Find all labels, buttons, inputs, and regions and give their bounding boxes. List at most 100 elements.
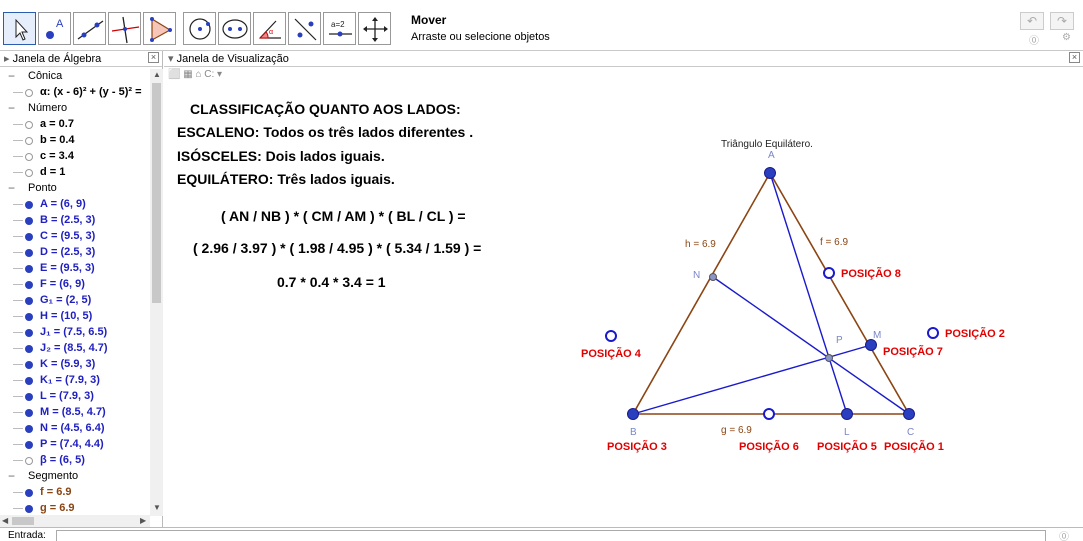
horizontal-scrollbar[interactable]: ◀ ▶ <box>0 515 150 527</box>
algebra-item[interactable]: J₁ = (7.5, 6.5) <box>0 325 107 340</box>
visibility-toggle-icon[interactable] <box>25 89 33 97</box>
visibility-toggle-icon[interactable] <box>25 489 33 497</box>
point-P[interactable] <box>825 354 833 362</box>
point-N[interactable] <box>709 273 717 281</box>
point-B[interactable] <box>627 408 639 420</box>
algebra-item[interactable]: H = (10, 5) <box>0 309 92 324</box>
h-scroll-thumb[interactable] <box>12 517 34 525</box>
segment-f[interactable] <box>769 172 910 415</box>
algebra-item[interactable]: N = (4.5, 6.4) <box>0 421 105 436</box>
point-M[interactable] <box>865 339 877 351</box>
move-tool-button[interactable] <box>3 12 36 45</box>
collapse-icon[interactable]: − <box>8 181 15 196</box>
algebra-category[interactable]: − Cônica <box>0 69 62 84</box>
visibility-toggle-icon[interactable] <box>25 313 33 321</box>
algebra-item[interactable]: d = 1 <box>0 165 65 180</box>
graphics-view[interactable]: ▾ Janela de Visualização × ⬜ ▦ ⌂ C: ▾ CL… <box>164 51 1083 527</box>
perpendicular-tool-button[interactable] <box>108 12 141 45</box>
angle-tool-button[interactable]: α <box>253 12 286 45</box>
algebra-item[interactable]: c = 3.4 <box>0 149 74 164</box>
position-8-marker[interactable] <box>823 267 835 279</box>
input-field[interactable] <box>56 530 1046 541</box>
visibility-toggle-icon[interactable] <box>25 297 33 305</box>
algebra-item[interactable]: A = (6, 9) <box>0 197 86 212</box>
point-L[interactable] <box>841 408 853 420</box>
algebra-item[interactable]: C = (9.5, 3) <box>0 229 95 244</box>
algebra-item[interactable]: E = (9.5, 3) <box>0 261 95 276</box>
visibility-toggle-icon[interactable] <box>25 329 33 337</box>
collapse-arrow-icon[interactable]: ▸ <box>4 53 13 65</box>
scroll-down-icon[interactable]: ▼ <box>153 503 161 512</box>
visibility-toggle-icon[interactable] <box>25 153 33 161</box>
visibility-toggle-icon[interactable] <box>25 137 33 145</box>
position-6-marker[interactable] <box>763 408 775 420</box>
visibility-toggle-icon[interactable] <box>25 425 33 433</box>
visibility-toggle-icon[interactable] <box>25 457 33 465</box>
vertical-scrollbar[interactable]: ▲ ▼ <box>150 69 163 516</box>
algebra-item[interactable]: β = (6, 5) <box>0 453 85 468</box>
scroll-up-icon[interactable]: ▲ <box>153 70 161 79</box>
visibility-toggle-icon[interactable] <box>25 121 33 129</box>
input-help-icon[interactable]: ⓪ <box>1059 528 1069 541</box>
collapse-icon[interactable]: − <box>8 69 15 84</box>
undo-button[interactable]: ↶ <box>1020 12 1044 30</box>
algebra-item[interactable]: P = (7.4, 4.4) <box>0 437 104 452</box>
visibility-toggle-icon[interactable] <box>25 505 33 513</box>
algebra-item[interactable]: D = (2.5, 3) <box>0 245 95 260</box>
segment-h[interactable] <box>632 172 771 415</box>
move-view-tool-button[interactable] <box>358 12 391 45</box>
visibility-toggle-icon[interactable] <box>25 361 33 369</box>
algebra-item[interactable]: K₁ = (7.9, 3) <box>0 373 100 388</box>
visibility-toggle-icon[interactable] <box>25 249 33 257</box>
scroll-left-icon[interactable]: ◀ <box>2 516 8 525</box>
visibility-toggle-icon[interactable] <box>25 345 33 353</box>
visibility-toggle-icon[interactable] <box>25 265 33 273</box>
point-tool-button[interactable]: A <box>38 12 71 45</box>
collapse-icon[interactable]: − <box>8 101 15 116</box>
cevian-AL[interactable] <box>769 172 848 415</box>
conic-tool-button[interactable] <box>218 12 251 45</box>
reflect-tool-button[interactable] <box>288 12 321 45</box>
algebra-item[interactable]: F = (6, 9) <box>0 277 85 292</box>
cevian-CN[interactable] <box>712 276 910 415</box>
algebra-category[interactable]: − Ponto <box>0 181 57 196</box>
visibility-toggle-icon[interactable] <box>25 233 33 241</box>
algebra-item[interactable]: M = (8.5, 4.7) <box>0 405 106 420</box>
drawing-canvas[interactable]: CLASSIFICAÇÃO QUANTO AOS LADOS: ESCALENO… <box>164 51 1083 527</box>
point-C[interactable] <box>903 408 915 420</box>
algebra-item[interactable]: J₂ = (8.5, 4.7) <box>0 341 108 356</box>
algebra-item[interactable]: K = (5.9, 3) <box>0 357 95 372</box>
visibility-toggle-icon[interactable] <box>25 393 33 401</box>
algebra-item[interactable]: α: (x - 6)² + (y - 5)² = <box>0 85 142 100</box>
visibility-toggle-icon[interactable] <box>25 201 33 209</box>
help-icon[interactable]: ⓪ <box>1029 32 1039 47</box>
visibility-toggle-icon[interactable] <box>25 217 33 225</box>
point-A[interactable] <box>764 167 776 179</box>
algebra-item[interactable]: b = 0.4 <box>0 133 75 148</box>
algebra-item[interactable]: B = (2.5, 3) <box>0 213 95 228</box>
algebra-item[interactable]: G₁ = (2, 5) <box>0 293 91 308</box>
redo-button[interactable]: ↷ <box>1050 12 1074 30</box>
visibility-toggle-icon[interactable] <box>25 377 33 385</box>
scroll-thumb[interactable] <box>152 83 161 303</box>
line-tool-button[interactable] <box>73 12 106 45</box>
algebra-category[interactable]: − Segmento <box>0 469 78 484</box>
visibility-toggle-icon[interactable] <box>25 169 33 177</box>
visibility-toggle-icon[interactable] <box>25 281 33 289</box>
circle-tool-button[interactable] <box>183 12 216 45</box>
algebra-item[interactable]: g = 6.9 <box>0 501 75 516</box>
scroll-right-icon[interactable]: ▶ <box>140 516 146 525</box>
algebra-item[interactable]: a = 0.7 <box>0 117 74 132</box>
position-4-marker[interactable] <box>605 330 617 342</box>
position-2-marker[interactable] <box>927 327 939 339</box>
collapse-icon[interactable]: − <box>8 469 15 484</box>
slider-tool-button[interactable]: a=2 <box>323 12 356 45</box>
visibility-toggle-icon[interactable] <box>25 409 33 417</box>
algebra-category[interactable]: − Número <box>0 101 67 116</box>
algebra-item[interactable]: f = 6.9 <box>0 485 72 500</box>
visibility-toggle-icon[interactable] <box>25 441 33 449</box>
polygon-tool-button[interactable] <box>143 12 176 45</box>
algebra-item[interactable]: L = (7.9, 3) <box>0 389 94 404</box>
close-icon[interactable]: × <box>148 52 159 63</box>
settings-icon[interactable]: ⚙ <box>1062 32 1071 43</box>
